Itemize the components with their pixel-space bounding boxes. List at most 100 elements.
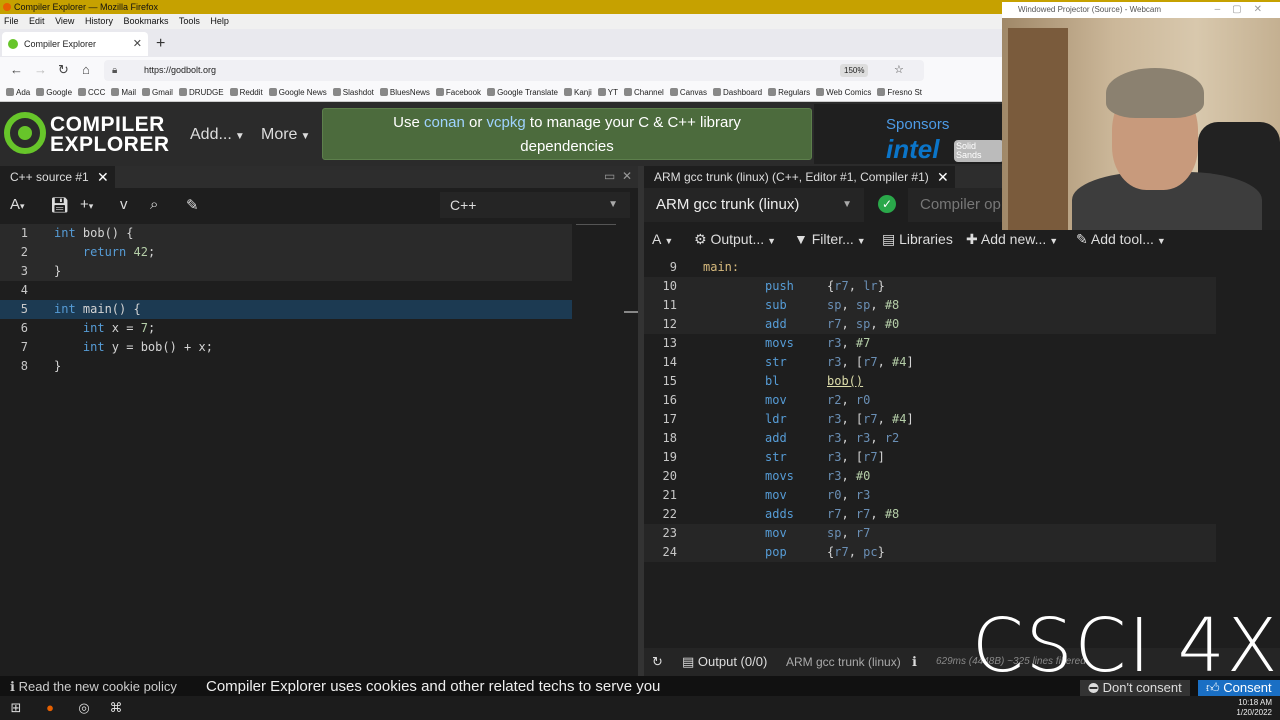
asm-line[interactable]: 21 mov r0, r3 — [644, 486, 1216, 505]
bookmark-item[interactable]: DRUDGE — [178, 84, 224, 101]
libraries-button[interactable]: ▤ Libraries — [882, 224, 953, 254]
filter-menu[interactable]: ▼ Filter... ▼ — [794, 224, 866, 256]
cookie-policy-link[interactable]: ℹ Read the new cookie policy — [10, 676, 177, 696]
menu-help[interactable]: Help — [210, 16, 229, 26]
assembly-output[interactable]: 9 main: 10 push {r7, lr} 11 sub sp, sp, #8 12 add… — [644, 258, 1216, 562]
browser-tab[interactable]: Compiler Explorer ✕ — [2, 32, 148, 56]
asm-line[interactable]: 18 add r3, r3, r2 — [644, 429, 1216, 448]
close-tab-icon[interactable]: ✕ — [133, 32, 142, 56]
code-line[interactable]: 2 return 42; — [0, 243, 572, 262]
format-code-icon[interactable]: ⌕ — [150, 196, 158, 213]
bookmark-item[interactable]: Channel — [624, 84, 664, 101]
add-menu[interactable]: Add... ▼ — [190, 126, 245, 144]
bookmark-item[interactable]: Google — [36, 84, 72, 101]
vcpkg-link[interactable]: vcpkg — [487, 114, 526, 131]
reload-icon[interactable]: ↻ — [58, 61, 69, 79]
menu-tools[interactable]: Tools — [179, 16, 200, 26]
bookmark-star-icon[interactable]: ☆ — [894, 60, 904, 81]
bookmark-item[interactable]: Reddit — [229, 84, 263, 101]
bookmark-item[interactable]: Kanji — [564, 84, 592, 101]
menu-history[interactable]: History — [85, 16, 113, 26]
obs-taskbar-icon[interactable]: ◎ — [76, 700, 92, 716]
recompile-icon[interactable]: ↻ — [652, 648, 663, 676]
font-size-icon[interactable]: A ▼ — [652, 224, 673, 256]
bookmark-item[interactable]: Google News — [268, 84, 327, 101]
source-minimap[interactable] — [576, 224, 616, 234]
asm-line[interactable]: 9 main: — [644, 258, 1216, 277]
asm-line[interactable]: 11 sub sp, sp, #8 — [644, 296, 1216, 315]
bookmark-item[interactable]: Dashboard — [712, 84, 762, 101]
new-tab-icon[interactable]: + — [156, 32, 165, 56]
code-line[interactable]: 4 — [0, 281, 572, 300]
save-icon[interactable]: 💾︎ — [50, 196, 69, 214]
pin-icon[interactable]: ✎ — [186, 196, 199, 214]
bookmark-item[interactable]: YT — [597, 84, 618, 101]
bookmark-item[interactable]: Regulars — [768, 84, 810, 101]
menu-view[interactable]: View — [55, 16, 74, 26]
source-code[interactable]: 1 int bob() {2 return 42; 3} 4 5 int main() {… — [0, 224, 572, 376]
output-menu[interactable]: ⚙ Output... ▼ — [694, 224, 776, 256]
compiler-tab[interactable]: ARM gcc trunk (linux) (C++, Editor #1, C… — [644, 166, 955, 188]
font-size-icon[interactable]: A▾ — [10, 196, 25, 213]
code-line[interactable]: 1 int bob() { — [0, 224, 572, 243]
compiler-explorer-logo[interactable]: COMPILER EXPLORER — [4, 110, 169, 160]
asm-line[interactable]: 22 adds r7, r7, #8 — [644, 505, 1216, 524]
system-clock[interactable]: 10:18 AM 1/20/2022 — [1236, 698, 1272, 718]
bookmark-item[interactable]: BluesNews — [379, 84, 430, 101]
bookmark-item[interactable]: Canvas — [669, 84, 707, 101]
bookmark-item[interactable]: Fresno St — [877, 84, 922, 101]
bookmark-item[interactable]: Ada — [6, 84, 30, 101]
add-pane-icon[interactable]: +▾ — [80, 196, 93, 213]
compiler-select[interactable]: ARM gcc trunk (linux) ▼ — [644, 188, 864, 222]
bookmark-item[interactable]: Web Comics — [816, 84, 871, 101]
output-button[interactable]: ▤ Output (0/0) — [682, 648, 767, 676]
asm-line[interactable]: 17 ldr r3, [r7, #4] — [644, 410, 1216, 429]
home-icon[interactable]: ⌂ — [82, 61, 90, 79]
code-line[interactable]: 5 int main() { — [0, 300, 572, 319]
zoom-level[interactable]: 150% — [840, 64, 869, 77]
network-taskbar-icon[interactable]: ⌘ — [108, 700, 124, 716]
menu-bookmarks[interactable]: Bookmarks — [123, 16, 168, 26]
info-icon[interactable]: ℹ — [912, 648, 917, 676]
asm-line[interactable]: 19 str r3, [r7] — [644, 448, 1216, 467]
forward-icon[interactable]: → — [34, 61, 47, 79]
close-source-tab-icon[interactable]: ✕ — [97, 166, 109, 188]
bookmark-item[interactable]: CCC — [78, 84, 105, 101]
sponsors-panel[interactable]: Sponsors intel Solid Sands — [814, 104, 1004, 164]
back-icon[interactable]: ← — [10, 61, 23, 79]
asm-line[interactable]: 10 push {r7, lr} — [644, 277, 1216, 296]
maximize-pane-icon[interactable]: ▭ — [604, 166, 615, 186]
asm-line[interactable]: 16 mov r2, r0 — [644, 391, 1216, 410]
bookmark-item[interactable]: Gmail — [142, 84, 173, 101]
asm-line[interactable]: 14 str r3, [r7, #4] — [644, 353, 1216, 372]
bookmark-item[interactable]: Mail — [111, 84, 136, 101]
firefox-taskbar-icon[interactable]: ● — [42, 700, 58, 716]
more-menu[interactable]: More ▼ — [261, 126, 310, 144]
bookmark-item[interactable]: Google Translate — [487, 84, 558, 101]
code-line[interactable]: 6 int x = 7; — [0, 319, 572, 338]
source-scroll-marker[interactable] — [624, 311, 638, 313]
close-pane-icon[interactable]: ✕ — [622, 166, 632, 186]
code-line[interactable]: 8} — [0, 357, 572, 376]
asm-line[interactable]: 20 movs r3, #0 — [644, 467, 1216, 486]
asm-line[interactable]: 23 mov sp, r7 — [644, 524, 1216, 543]
menu-file[interactable]: File — [4, 16, 19, 26]
code-line[interactable]: 3} — [0, 262, 572, 281]
menu-edit[interactable]: Edit — [29, 16, 45, 26]
asm-function-link[interactable]: bob() — [827, 374, 863, 388]
bookmark-item[interactable]: Slashdot — [332, 84, 374, 101]
code-line[interactable]: 7 int y = bob() + x; — [0, 338, 572, 357]
asm-line[interactable]: 15 bl bob() — [644, 372, 1216, 391]
close-compiler-tab-icon[interactable]: ✕ — [937, 166, 949, 188]
url-bar[interactable]: 🔒︎ https://godbolt.org 150% ☆ — [104, 60, 924, 81]
windows-start-icon[interactable]: ⊞ — [8, 700, 24, 716]
asm-line[interactable]: 24 pop {r7, pc} — [644, 543, 1216, 562]
vim-mode-icon[interactable]: v — [120, 196, 128, 213]
source-tab[interactable]: C++ source #1 ✕ — [0, 166, 115, 188]
window-controls-icon[interactable]: –▢✕ — [1215, 2, 1274, 18]
language-select[interactable]: C++ ▼ — [440, 192, 630, 218]
asm-line[interactable]: 13 movs r3, #7 — [644, 334, 1216, 353]
asm-line[interactable]: 12 add r7, sp, #0 — [644, 315, 1216, 334]
bookmark-item[interactable]: Facebook — [435, 84, 481, 101]
conan-link[interactable]: conan — [424, 114, 465, 131]
